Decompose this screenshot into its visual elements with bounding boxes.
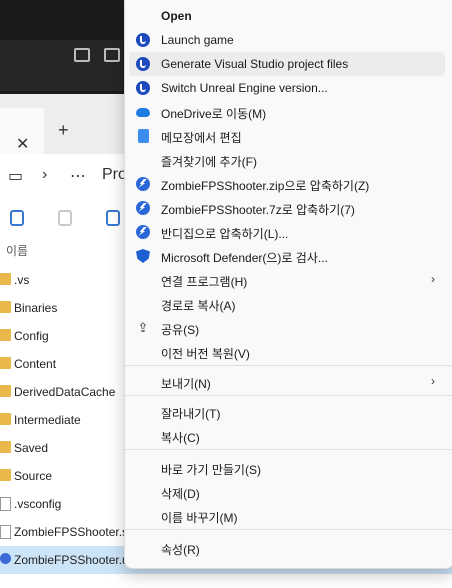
menu-item-label: 공유(S) (161, 323, 200, 337)
menu-item[interactable]: 이름 바꾸기(M) (129, 504, 445, 528)
menu-item-label: 잘라내기(T) (161, 407, 221, 421)
file-name: Content (14, 357, 57, 371)
context-menu: Open Launch game Generate Visual Studio pr… (124, 0, 452, 569)
file-name: ZombieFPSShooter.s (14, 525, 129, 539)
onedrive-icon (136, 108, 150, 117)
rename-icon[interactable] (106, 210, 120, 226)
folder-icon (0, 357, 11, 369)
menu-item[interactable]: 속성(R) (129, 536, 445, 560)
folder-icon (0, 385, 11, 397)
file-name: Config (14, 329, 49, 343)
unreal-icon (136, 33, 150, 47)
bandizip-icon (136, 225, 150, 239)
menu-item-label: 즐겨찾기에 추가(F) (161, 155, 257, 169)
file-name: Source (14, 469, 53, 483)
notepad-icon (138, 129, 149, 143)
menu-item[interactable]: 이전 버전 복원(V) (129, 340, 445, 364)
menu-item-label: 반디집으로 압축하기(L)... (161, 227, 289, 241)
chevron-right-icon: › (431, 272, 435, 286)
menu-item[interactable]: 바로 가기 만들기(S) (129, 456, 445, 480)
menu-item-label: 경로로 복사(A) (161, 299, 236, 313)
menu-item[interactable]: Generate Visual Studio project files (129, 52, 445, 76)
file-name: Binaries (14, 301, 58, 315)
menu-item-label: ZombieFPSShooter.7z로 압축하기(7) (161, 203, 355, 217)
menu-item-label: Launch game (161, 33, 234, 47)
unreal-icon (136, 57, 150, 71)
blueprint-icon[interactable] (70, 44, 94, 76)
share-icon: ⇪ (137, 320, 149, 335)
menu-separator (125, 529, 452, 530)
chevron-right-icon: › (431, 374, 435, 388)
menu-item[interactable]: ZombieFPSShooter.7z로 압축하기(7) (129, 196, 445, 220)
chevron-right-icon[interactable]: › (42, 166, 47, 184)
menu-item[interactable]: Launch game (129, 28, 445, 52)
column-header-name[interactable]: 이름 (6, 242, 28, 259)
file-name: .vsconfig (14, 497, 62, 511)
menu-item-label: 보내기(N) (161, 377, 211, 391)
menu-item[interactable]: OneDrive로 이동(M) (129, 100, 445, 124)
menu-item-label: 삭제(D) (161, 487, 200, 501)
menu-item-label: 메모장에서 편집 (161, 131, 242, 145)
blueprint-icon[interactable] (100, 44, 124, 76)
bandizip-icon (136, 201, 150, 215)
folder-icon (0, 301, 11, 313)
file-icon (0, 497, 11, 511)
menu-item-label: Switch Unreal Engine version... (161, 81, 328, 95)
menu-item-label: 복사(C) (161, 431, 200, 445)
menu-item[interactable]: ⇪ 공유(S) (129, 316, 445, 340)
menu-item[interactable]: 삭제(D) (129, 480, 445, 504)
unreal-file-icon (0, 553, 11, 564)
menu-item[interactable]: Open (129, 4, 445, 28)
menu-item-label: 이름 바꾸기(M) (161, 511, 238, 525)
folder-icon (0, 413, 11, 425)
menu-item-label: Open (161, 9, 192, 23)
file-name: Intermediate (14, 413, 81, 427)
menu-item[interactable]: 즐겨찾기에 추가(F) (129, 148, 445, 172)
menu-item[interactable]: Microsoft Defender(으)로 검사... (129, 244, 445, 268)
file-name: DerivedDataCache (14, 385, 116, 399)
folder-icon (0, 441, 11, 453)
menu-item[interactable]: 연결 프로그램(H) › (129, 268, 445, 292)
copy-icon[interactable] (10, 210, 24, 226)
file-name: Saved (14, 441, 49, 455)
menu-item-label: OneDrive로 이동(M) (161, 107, 267, 121)
menu-separator (125, 365, 452, 366)
menu-item[interactable]: 복사(C) (129, 424, 445, 448)
file-icon (0, 525, 11, 539)
more-icon[interactable]: ⋯ (70, 166, 86, 186)
menu-item-label: 연결 프로그램(H) (161, 275, 248, 289)
close-icon[interactable]: ✕ (16, 134, 29, 154)
paste-icon[interactable] (58, 210, 72, 226)
menu-item[interactable]: 반디집으로 압축하기(L)... (129, 220, 445, 244)
menu-item-label: Generate Visual Studio project files (161, 57, 349, 71)
menu-item[interactable]: 잘라내기(T) (129, 400, 445, 424)
folder-icon (0, 273, 11, 285)
menu-item-label: 이전 버전 복원(V) (161, 347, 250, 361)
menu-item[interactable]: ZombieFPSShooter.zip으로 압축하기(Z) (129, 172, 445, 196)
menu-item-label: 바로 가기 만들기(S) (161, 463, 261, 477)
unreal-icon (136, 81, 150, 95)
menu-separator (125, 449, 452, 450)
monitor-icon[interactable]: ▭ (8, 166, 23, 186)
menu-separator (125, 395, 452, 396)
defender-icon (136, 249, 150, 263)
menu-item[interactable]: Switch Unreal Engine version... (129, 76, 445, 100)
menu-item-label: Microsoft Defender(으)로 검사... (161, 251, 328, 265)
file-name: .vs (14, 273, 30, 287)
menu-item[interactable]: 보내기(N) › (129, 370, 445, 394)
menu-item[interactable]: 경로로 복사(A) (129, 292, 445, 316)
folder-icon (0, 469, 11, 481)
menu-item[interactable]: 메모장에서 편집 (129, 124, 445, 148)
new-tab-icon[interactable]: + (58, 120, 69, 141)
explorer-tab[interactable]: ✕ (0, 108, 44, 154)
bandizip-icon (136, 177, 150, 191)
menu-item-label: 속성(R) (161, 543, 200, 557)
folder-icon (0, 329, 11, 341)
menu-item-label: ZombieFPSShooter.zip으로 압축하기(Z) (161, 179, 370, 193)
